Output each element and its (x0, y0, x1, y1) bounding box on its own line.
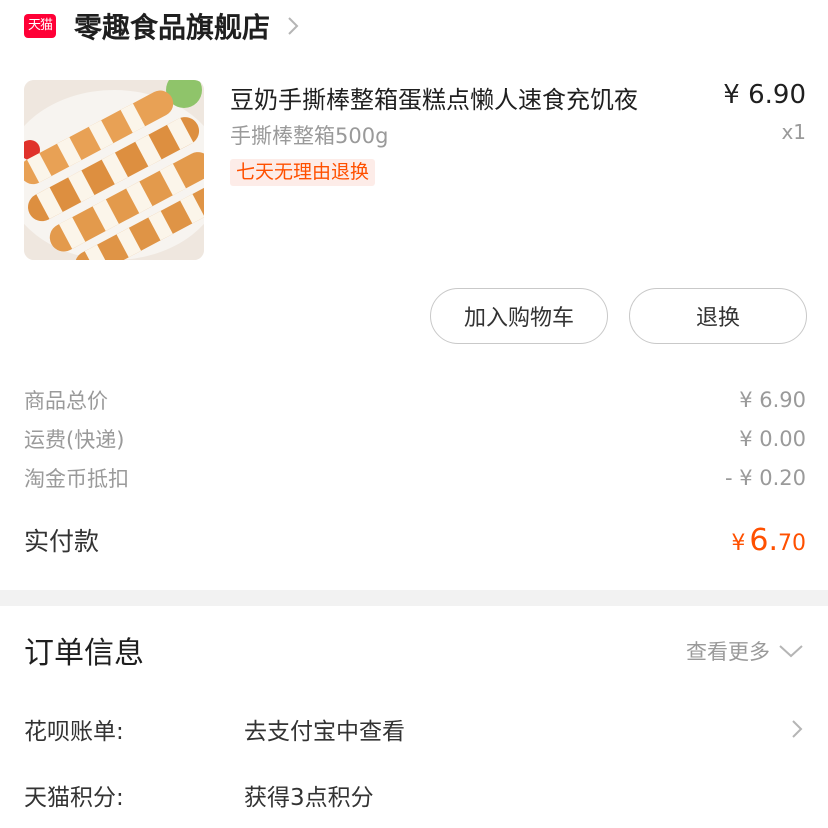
paid-currency: ¥ (731, 530, 746, 556)
paid-amount-row: 实付款 ¥ 6. 70 (24, 522, 806, 558)
chevron-down-icon (779, 645, 803, 658)
add-to-cart-button[interactable]: 加入购物车 (430, 288, 608, 344)
goods-total-label: 商品总价 (24, 389, 108, 413)
product-spec: 手撕棒整箱500g (230, 124, 389, 148)
store-name: 零趣食品旗舰店 (74, 11, 271, 44)
shipping-label: 运费(快递) (24, 428, 125, 452)
huabei-bill-value: 去支付宝中查看 (244, 719, 405, 745)
goods-total-value: ¥ 6.90 (739, 388, 806, 412)
paid-integer: 6. (749, 522, 778, 558)
coin-deduction-value: - ¥ 0.20 (724, 466, 806, 490)
paid-amount-value: ¥ 6. 70 (731, 523, 806, 558)
product-thumbnail[interactable] (24, 80, 204, 260)
shipping-row: 运费(快递) ¥ 0.00 (24, 424, 806, 454)
store-header[interactable]: 天猫 零趣食品旗舰店 (24, 6, 300, 46)
coin-deduction-label: 淘金币抵扣 (24, 467, 129, 491)
tmall-logo-icon: 天猫 (24, 14, 56, 38)
order-detail-page: 天猫 零趣食品旗舰店 豆奶手撕棒整箱蛋糕点懒人速食充饥夜 ¥ 6.90 手撕棒整… (0, 0, 828, 828)
tmall-points-label: 天猫积分: (24, 785, 124, 811)
section-divider (0, 590, 828, 606)
shipping-value: ¥ 0.00 (739, 427, 806, 451)
paid-decimal: 70 (778, 530, 806, 556)
order-info-title: 订单信息 (24, 636, 144, 671)
return-policy-tag: 七天无理由退换 (230, 159, 376, 186)
coin-deduction-row: 淘金币抵扣 - ¥ 0.20 (24, 463, 806, 493)
huabei-bill-row[interactable]: 花呗账单: 去支付宝中查看 (24, 712, 804, 746)
product-quantity: x1 (781, 120, 806, 144)
tmall-points-value: 获得3点积分 (244, 785, 374, 811)
chevron-right-icon (792, 720, 803, 738)
product-title[interactable]: 豆奶手撕棒整箱蛋糕点懒人速食充饥夜 (230, 80, 638, 115)
paid-amount-label: 实付款 (24, 527, 100, 556)
see-more-label: 查看更多 (686, 640, 770, 664)
chevron-right-icon (288, 17, 299, 35)
return-exchange-button[interactable]: 退换 (629, 288, 807, 344)
product-image (24, 80, 204, 260)
product-price: ¥ 6.90 (723, 80, 806, 110)
goods-total-row: 商品总价 ¥ 6.90 (24, 385, 806, 415)
tmall-points-row: 天猫积分: 获得3点积分 (24, 778, 804, 812)
see-more-button[interactable]: 查看更多 (686, 636, 804, 666)
huabei-bill-label: 花呗账单: (24, 719, 124, 745)
